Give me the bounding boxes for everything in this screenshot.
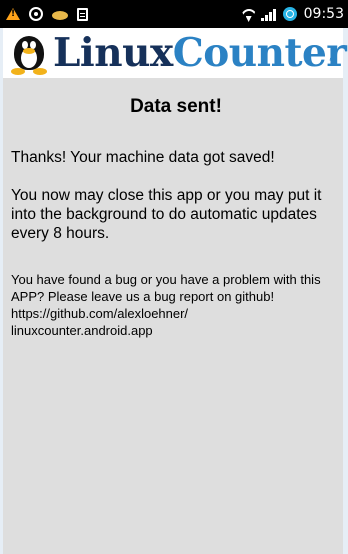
clock: 09:53 [303,6,344,22]
signal-icon [260,7,279,21]
notification-icons [0,7,88,21]
github-link-line-1: https://github.com/alexloehner/ [11,306,189,321]
bug-report-block: You have found a bug or you have a probl… [11,271,341,339]
clipboard-icon [77,7,88,21]
app-logo: LinuxCounter [53,30,347,76]
tux-penguin-icon [8,30,52,76]
github-link-line-2: linuxcounter.android.app [11,323,153,338]
warning-icon [6,7,20,21]
logo-word-linux: Linux [53,30,173,76]
logo-word-counter: Counter [172,30,347,76]
page-title: Data sent! [130,96,222,117]
frame-left-edge [0,28,3,554]
status-bar: 09:53 [0,0,348,28]
wifi-icon [241,6,257,22]
leaf-icon [52,11,68,20]
bug-message: You have found a bug or you have a probl… [11,272,321,304]
saved-message: Thanks! Your machine data got saved! [11,149,275,166]
system-icons: 09:53 [241,6,348,22]
close-message: You now may close this app or you may pu… [11,187,322,242]
frame-right-edge [343,28,348,554]
sync-icon [282,7,297,21]
circle-icon [29,7,43,21]
github-link[interactable]: https://github.com/alexloehner/ linuxcou… [11,305,341,339]
app-header: LinuxCounter .net [3,28,347,78]
